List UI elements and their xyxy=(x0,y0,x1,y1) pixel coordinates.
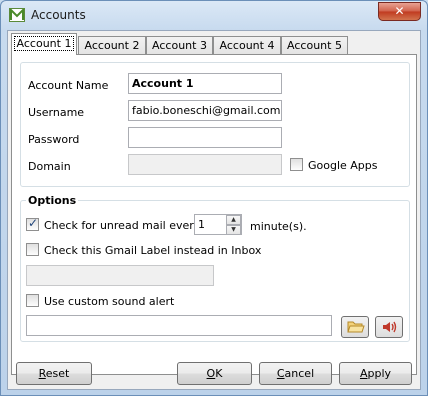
title-bar[interactable]: Accounts ✕ xyxy=(1,1,427,31)
password-label: Password xyxy=(28,133,80,146)
folder-icon[interactable] xyxy=(341,316,369,338)
accounts-window: Accounts ✕ Account 1 Account 2 Account 3… xyxy=(0,0,428,396)
domain-label: Domain xyxy=(28,160,71,173)
custom-sound-checkbox[interactable] xyxy=(26,294,39,307)
interval-unit-label: minute(s). xyxy=(250,220,307,233)
check-unread-label: Check for unread mail every xyxy=(44,219,201,232)
domain-input[interactable] xyxy=(128,154,282,175)
tab-account-1[interactable]: Account 1 xyxy=(11,33,77,55)
gmail-icon xyxy=(9,8,25,22)
options-title: Options xyxy=(26,194,79,207)
gmail-label-option-label: Check this Gmail Label instead in Inbox xyxy=(44,244,262,257)
spin-down-icon[interactable]: ▼ xyxy=(226,225,241,235)
gmail-label-input[interactable] xyxy=(26,265,214,286)
spin-up-icon[interactable]: ▲ xyxy=(226,215,241,225)
sound-file-input[interactable] xyxy=(26,315,332,336)
password-input[interactable] xyxy=(128,127,282,148)
reset-button[interactable]: Reset xyxy=(16,362,92,385)
tab-account-5[interactable]: Account 5 xyxy=(281,36,348,55)
tab-account-4[interactable]: Account 4 xyxy=(213,36,281,55)
username-label: Username xyxy=(28,106,85,119)
close-icon[interactable]: ✕ xyxy=(378,2,421,21)
username-input[interactable]: fabio.boneschi@gmail.com xyxy=(128,100,282,121)
apply-button[interactable]: Apply xyxy=(339,362,412,385)
account-name-input[interactable]: Account 1 xyxy=(128,73,282,94)
google-apps-label: Google Apps xyxy=(308,159,378,172)
account-panel: Account Name Account 1 Username fabio.bo… xyxy=(11,54,417,375)
custom-sound-label: Use custom sound alert xyxy=(44,295,175,308)
cancel-button[interactable]: Cancel xyxy=(259,362,332,385)
tab-account-2[interactable]: Account 2 xyxy=(78,36,146,55)
google-apps-checkbox[interactable] xyxy=(290,158,303,171)
gmail-label-checkbox[interactable] xyxy=(26,243,39,256)
speaker-icon[interactable] xyxy=(375,316,403,338)
ok-button[interactable]: OK xyxy=(177,362,252,385)
dialog-client: Account 1 Account 2 Account 3 Account 4 … xyxy=(7,30,421,390)
check-unread-checkbox[interactable] xyxy=(26,216,39,231)
window-title: Accounts xyxy=(31,8,86,22)
account-name-label: Account Name xyxy=(28,79,109,92)
tab-account-3[interactable]: Account 3 xyxy=(146,36,213,55)
